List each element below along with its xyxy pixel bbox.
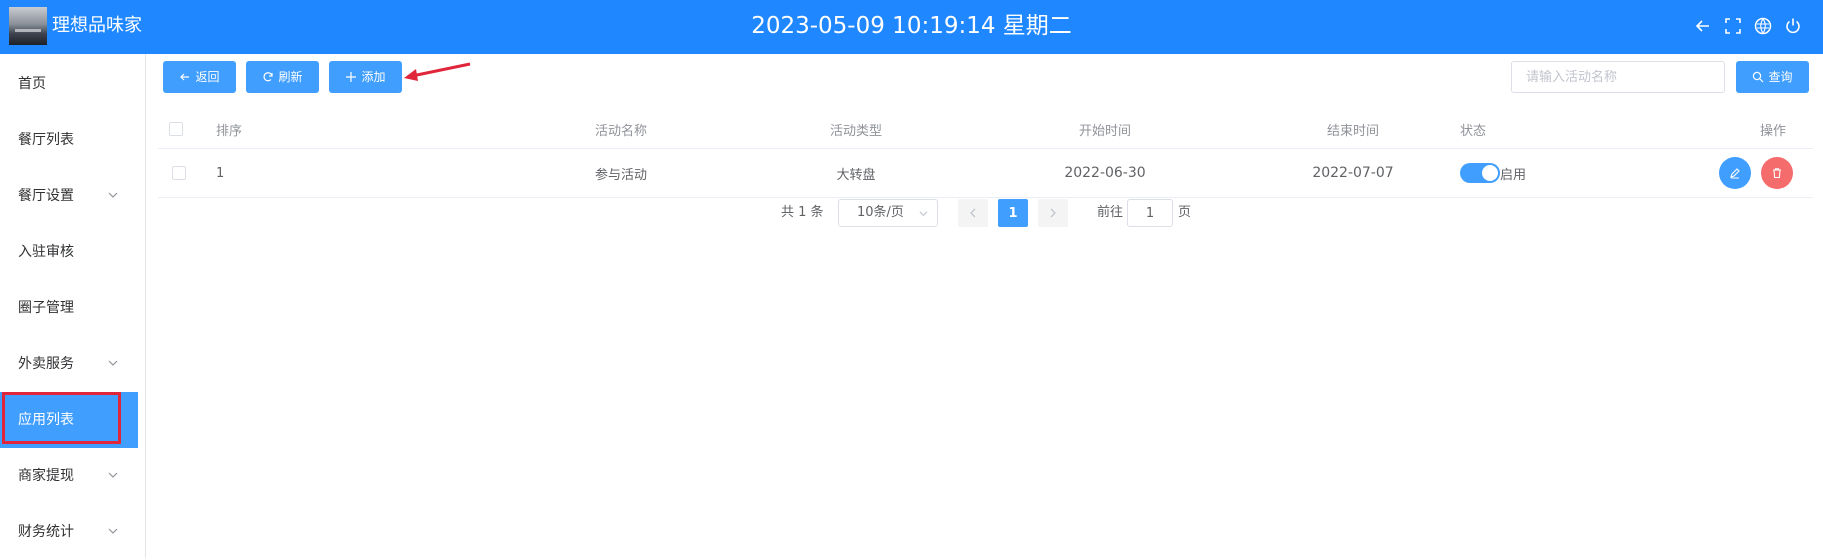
sidebar-item-onboarding-review[interactable]: 入驻审核 [0, 224, 138, 280]
cell-status: 启用 [1460, 149, 1526, 197]
datetime-display: 2023-05-09 10:19:14 星期二 [751, 13, 1072, 39]
sidebar-item-label: 餐厅列表 [18, 132, 74, 148]
page-number-current[interactable]: 1 [998, 199, 1028, 227]
next-page-button[interactable] [1038, 199, 1068, 227]
chevron-down-icon [108, 360, 118, 366]
back-arrow-icon[interactable] [1693, 16, 1713, 36]
status-label: 启用 [1500, 167, 1527, 183]
chevron-down-icon [108, 528, 118, 534]
back-button-label: 返回 [195, 70, 220, 84]
sidebar-item-app-list[interactable]: 应用列表 [0, 392, 138, 448]
sidebar-item-delivery-service[interactable]: 外卖服务 [0, 336, 138, 392]
status-toggle-switch[interactable] [1460, 163, 1500, 183]
sidebar-item-label: 应用列表 [18, 412, 74, 428]
sidebar-item-label: 外卖服务 [18, 356, 74, 372]
goto-page-input[interactable] [1127, 199, 1173, 227]
column-header-type: 活动类型 [829, 123, 882, 139]
column-header-start: 开始时间 [1078, 123, 1131, 139]
page-size-value: 10条/页 [857, 205, 904, 220]
sidebar-item-finance-stats[interactable]: 财务统计 [0, 504, 138, 560]
add-button[interactable]: 添加 [329, 61, 402, 93]
sidebar-item-label: 商家提现 [18, 468, 74, 484]
table-row: 1 参与活动 大转盘 2022-06-30 2022-07-07 启用 [158, 149, 1813, 198]
refresh-button[interactable]: 刷新 [246, 61, 319, 93]
goto-suffix: 页 [1178, 205, 1192, 220]
plus-icon [346, 72, 357, 82]
goto-prefix: 前往 [1097, 205, 1124, 220]
select-all-checkbox[interactable] [169, 110, 183, 148]
query-button[interactable]: 查询 [1736, 61, 1809, 93]
sidebar-item-label: 入驻审核 [18, 244, 74, 260]
column-header-status: 状态 [1460, 123, 1487, 139]
chevron-right-icon [1050, 208, 1056, 218]
delete-button[interactable] [1761, 157, 1793, 189]
activity-name-search-input[interactable] [1511, 61, 1725, 93]
annotation-arrow [404, 62, 471, 81]
cell-name: 参与活动 [594, 167, 647, 183]
activity-table: 排序 活动名称 活动类型 开始时间 结束时间 状态 操作 1 参与活动 大转盘 … [158, 110, 1813, 198]
power-icon[interactable] [1783, 16, 1803, 36]
sidebar-item-circle-management[interactable]: 圈子管理 [0, 280, 138, 336]
page-size-select[interactable]: 10条/页 [838, 199, 938, 227]
edit-button[interactable] [1719, 157, 1751, 189]
sidebar-item-home[interactable]: 首页 [0, 56, 138, 112]
column-header-end: 结束时间 [1326, 123, 1379, 139]
prev-page-button[interactable] [958, 199, 988, 227]
column-header-name: 活动名称 [594, 123, 647, 139]
cell-start: 2022-06-30 [1064, 165, 1146, 181]
table-header: 排序 活动名称 活动类型 开始时间 结束时间 状态 操作 [158, 110, 1813, 149]
add-button-label: 添加 [361, 70, 386, 84]
refresh-icon [263, 72, 274, 82]
cell-actions [1719, 149, 1793, 197]
chevron-down-icon [108, 192, 118, 198]
sidebar-item-restaurant-list[interactable]: 餐厅列表 [0, 112, 138, 168]
fullscreen-icon[interactable] [1723, 16, 1743, 36]
chevron-down-icon [919, 211, 928, 217]
chevron-left-icon [970, 208, 976, 218]
sidebar-item-label: 餐厅设置 [18, 188, 74, 204]
chevron-down-icon [108, 472, 118, 478]
pagination-total: 共 1 条 [781, 205, 824, 220]
language-icon[interactable] [1753, 16, 1773, 36]
query-button-label: 查询 [1768, 70, 1793, 84]
sidebar-item-label: 首页 [18, 76, 46, 92]
sidebar-item-restaurant-settings[interactable]: 餐厅设置 [0, 168, 138, 224]
sidebar-item-label: 圈子管理 [18, 300, 74, 316]
refresh-button-label: 刷新 [278, 70, 303, 84]
row-checkbox[interactable] [172, 149, 186, 197]
trash-icon [1773, 168, 1781, 179]
search-icon [1753, 71, 1764, 83]
column-header-actions: 操作 [1759, 123, 1786, 139]
cell-type: 大转盘 [836, 167, 876, 183]
sidebar-item-merchant-withdrawal[interactable]: 商家提现 [0, 448, 138, 504]
column-header-order: 排序 [216, 123, 243, 139]
sidebar-item-label: 财务统计 [18, 524, 74, 540]
back-button[interactable]: 返回 [163, 61, 236, 93]
header-actions [1693, 15, 1803, 37]
top-header: 理想品味家 2023-05-09 10:19:14 星期二 [0, 0, 1823, 54]
arrow-left-icon [180, 73, 190, 81]
sidebar-menu: 首页 餐厅列表 餐厅设置 入驻审核 圈子管理 外卖服务 应用列表 商家提现 财务… [0, 54, 146, 558]
cell-end: 2022-07-07 [1312, 165, 1394, 181]
cell-order: 1 [216, 165, 225, 181]
edit-icon [1730, 168, 1740, 179]
